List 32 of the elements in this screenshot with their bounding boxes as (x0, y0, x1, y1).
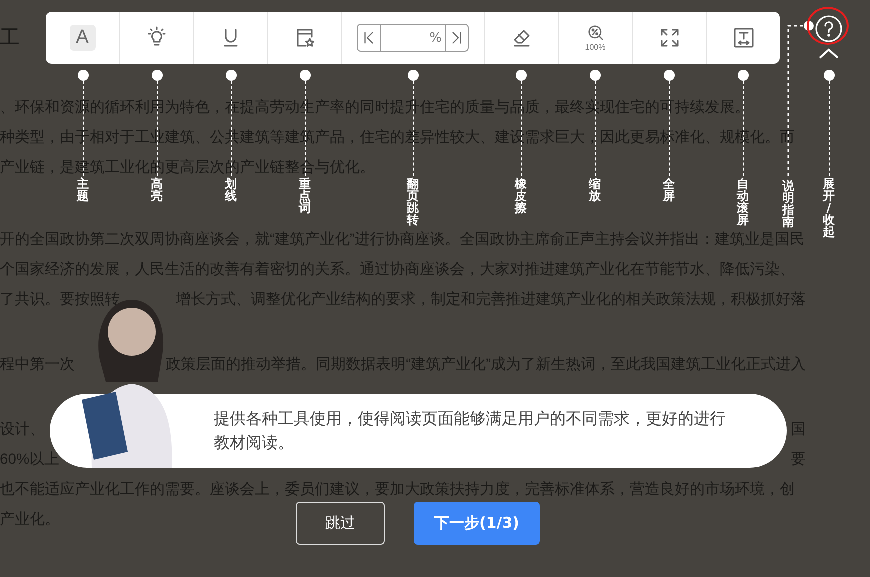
callout-dot (824, 70, 834, 81)
callout-dot (152, 70, 162, 81)
callout-label: 重点词 (299, 178, 311, 214)
theme-tool-button[interactable]: A (46, 12, 120, 64)
theme-icon: A (70, 25, 96, 51)
callout-label: 翻页跳转 (407, 178, 419, 226)
callout-label: 橡皮擦 (515, 178, 527, 214)
zoom-level: 100% (585, 43, 606, 53)
skip-button[interactable]: 跳过 (296, 502, 385, 545)
callout-dot (300, 70, 310, 81)
zoom-tool-button[interactable]: 100% (559, 12, 633, 64)
callout-dot (664, 70, 674, 81)
callout-label: 全屏 (663, 178, 675, 202)
chevron-up-icon[interactable] (819, 48, 839, 59)
callout-label: 缩放 (589, 178, 601, 202)
callout-label: 说明指南 (782, 180, 794, 228)
callout-label: 展开/收起 (823, 178, 835, 238)
callout-label: 主题 (77, 178, 89, 202)
callout-dot (590, 70, 600, 81)
help-icon[interactable] (815, 15, 843, 43)
callout-dot (226, 70, 236, 81)
zoom-icon (586, 23, 606, 43)
callout-dot (738, 70, 748, 81)
next-button[interactable]: 下一步(1/3) (414, 502, 540, 545)
callout-dot (408, 70, 418, 81)
callout-dot (516, 70, 526, 81)
text-width-icon (732, 26, 756, 50)
callout-label: 划线 (225, 178, 237, 202)
guide-message: 提供各种工具使用，使得阅读页面能够满足用户的不同需求，更好的进行教材阅读。 (214, 408, 727, 454)
callout-label: 自动滚屏 (737, 178, 749, 226)
callout-label: 高亮 (151, 178, 163, 202)
callout-dot (78, 70, 88, 81)
